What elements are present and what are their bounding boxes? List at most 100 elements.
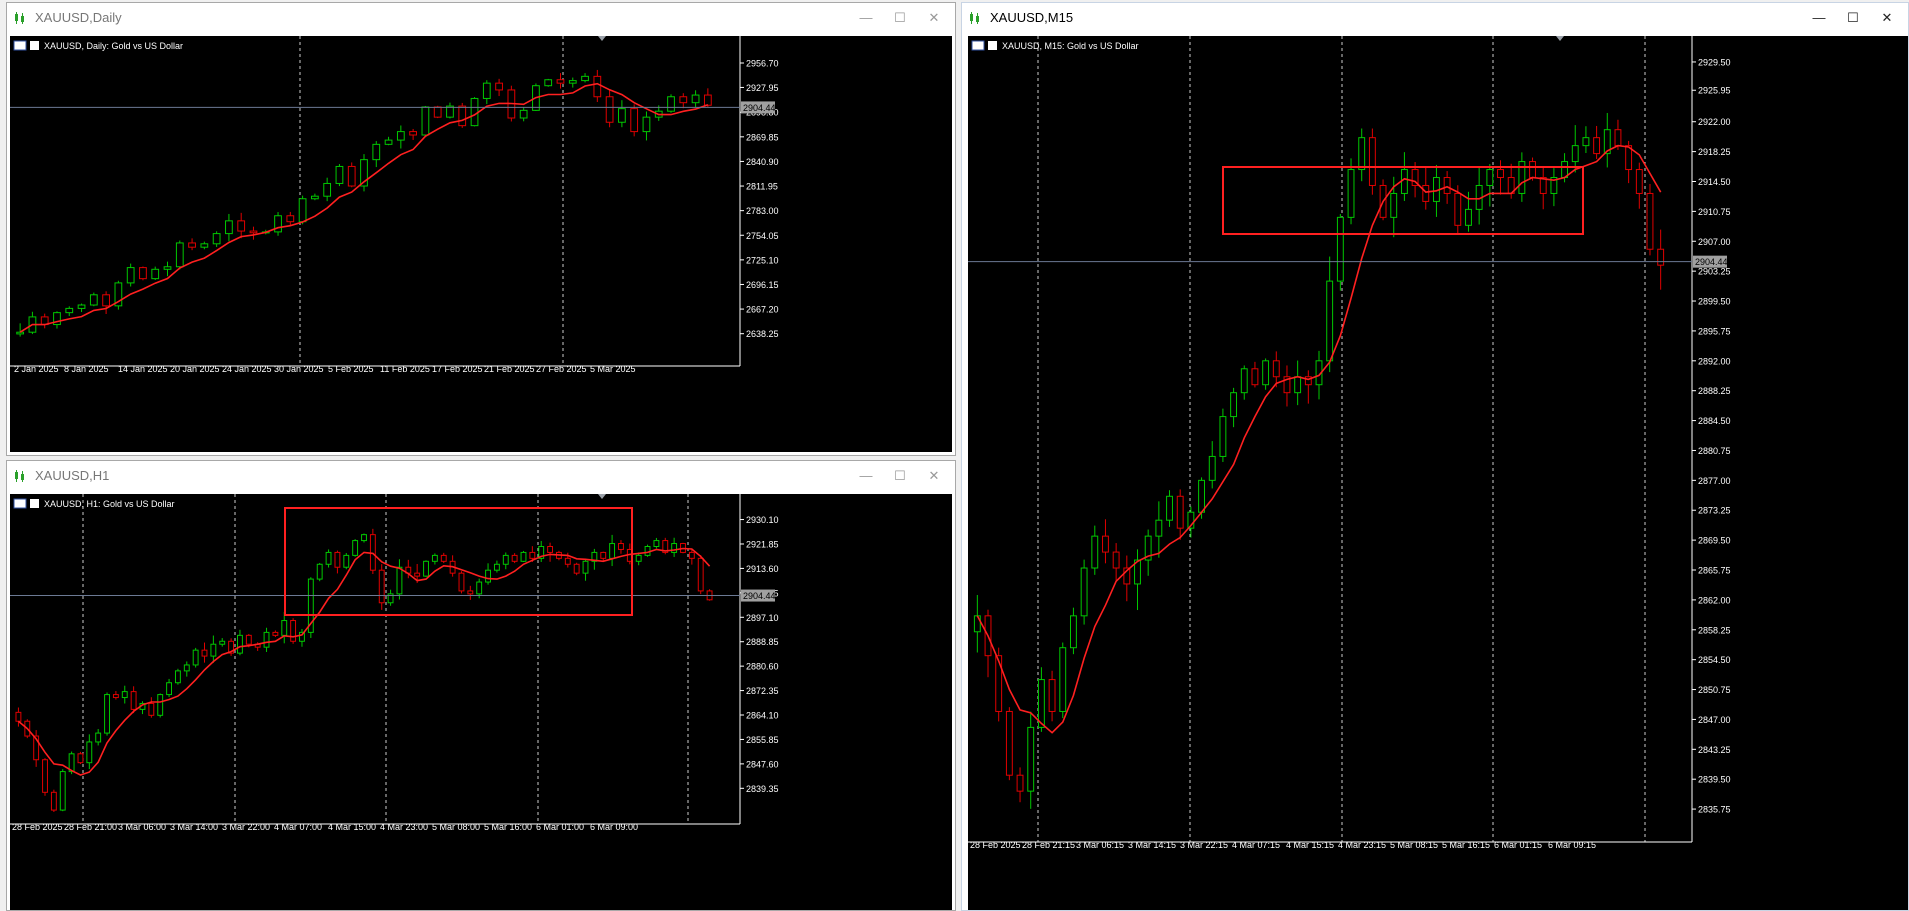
- minimize-button[interactable]: —: [851, 7, 881, 29]
- x-tick-label: 8 Jan 2025: [64, 364, 109, 374]
- candle-body: [1614, 129, 1622, 147]
- window-titlebar[interactable]: XAUUSD,Daily — ☐ ✕: [7, 3, 955, 33]
- m15-candlestick-chart[interactable]: 2929.50 2925.95 2922.00 2918.25 2914.50 2910.…: [968, 36, 1908, 910]
- y-tick-label: 2892.00: [1698, 356, 1731, 366]
- y-tick-label: 2638.25: [746, 329, 779, 339]
- candle-body: [1390, 192, 1398, 218]
- candle-body: [396, 566, 403, 595]
- m15-chart-window[interactable]: XAUUSD,M15 — ☐ ✕ 2929.50 2925.95 2922.00 29…: [961, 2, 1909, 911]
- y-tick-label: 2864.10: [746, 711, 779, 721]
- candle-body: [476, 581, 483, 595]
- candle-body: [671, 543, 678, 553]
- candle-body: [263, 631, 270, 648]
- close-button[interactable]: ✕: [919, 7, 949, 29]
- y-tick-label: 2847.60: [746, 759, 779, 769]
- y-tick-label: 2754.05: [746, 231, 779, 241]
- price-tag-label: 2904.44: [743, 591, 776, 601]
- candle-body: [188, 242, 196, 248]
- y-tick-label: 2877.00: [1698, 476, 1731, 486]
- y-tick-label: 2921.85: [746, 539, 779, 549]
- x-tick-label: 5 Mar 16:15: [1442, 840, 1490, 850]
- window-title: XAUUSD,H1: [35, 468, 110, 483]
- h1-candlestick-chart[interactable]: 2930.102921.852913.602905.352897.102888.…: [10, 494, 952, 910]
- x-tick-label: 4 Mar 07:00: [274, 822, 322, 832]
- close-button[interactable]: ✕: [919, 465, 949, 487]
- candle-body: [511, 554, 518, 562]
- candle-body: [163, 266, 172, 270]
- h1-chart-area[interactable]: 2930.102921.852913.602905.352897.102888.…: [10, 494, 952, 910]
- candle-body: [290, 620, 297, 642]
- candle-body: [311, 195, 319, 200]
- candle-body: [409, 131, 417, 136]
- candle-body: [148, 702, 155, 716]
- candle-body: [384, 139, 393, 145]
- maximize-button[interactable]: ☐: [885, 465, 915, 487]
- candle-body: [581, 75, 589, 82]
- window-title: XAUUSD,M15: [990, 10, 1074, 25]
- candle-body: [15, 711, 22, 722]
- candle-body: [609, 543, 616, 559]
- m15-chart-area[interactable]: 2929.50 2925.95 2922.00 2918.25 2914.50 2910.…: [968, 36, 1908, 910]
- candle-body: [183, 664, 190, 672]
- window-title: XAUUSD,Daily: [35, 10, 122, 25]
- x-tick-label: 28 Feb 21:00: [64, 822, 117, 832]
- x-tick-label: 6 Mar 01:00: [536, 822, 584, 832]
- price-tag-label: 2904.44: [1695, 257, 1728, 267]
- y-tick-label: 2835.75: [1698, 805, 1731, 815]
- candle-body: [1251, 368, 1259, 386]
- candle-body: [1005, 710, 1013, 776]
- candle-body: [343, 554, 350, 568]
- y-tick-label: 2880.75: [1698, 446, 1731, 456]
- x-tick-label: 4 Mar 23:00: [380, 822, 428, 832]
- candle-body: [77, 753, 84, 764]
- candle-body: [431, 554, 438, 562]
- candle-body: [544, 79, 553, 87]
- y-tick-label: 2862.00: [1698, 595, 1731, 605]
- y-tick-label: 2783.00: [746, 206, 779, 216]
- candle-body: [1347, 169, 1355, 218]
- y-tick-label: 2873.25: [1698, 506, 1731, 516]
- x-tick-label: 4 Mar 07:15: [1232, 840, 1280, 850]
- y-tick-label: 2918.25: [1698, 147, 1731, 157]
- window-titlebar[interactable]: XAUUSD,M15 — ☐ ✕: [962, 3, 1908, 33]
- x-tick-label: 6 Mar 09:00: [590, 822, 638, 832]
- window-titlebar[interactable]: XAUUSD,H1 — ☐ ✕: [7, 461, 955, 491]
- candle-body: [520, 551, 527, 562]
- minimize-button[interactable]: —: [851, 465, 881, 487]
- candle-body: [653, 540, 660, 548]
- candle-body: [703, 94, 712, 106]
- candle-body: [335, 165, 344, 184]
- candle-body: [493, 563, 500, 571]
- x-tick-label: 27 Feb 2025: [536, 364, 587, 374]
- candle-body: [1486, 169, 1494, 186]
- candle-body: [618, 108, 626, 123]
- y-tick-label: 2910.75: [1698, 207, 1731, 217]
- daily-chart-area[interactable]: 2956.702927.952898.802869.852840.902811.…: [10, 36, 952, 452]
- candle-body: [679, 96, 688, 104]
- candle-body: [286, 215, 295, 223]
- close-button[interactable]: ✕: [1872, 7, 1902, 29]
- daily-candlestick-chart[interactable]: 2956.702927.952898.802869.852840.902811.…: [10, 36, 952, 452]
- candle-body: [396, 131, 405, 141]
- candle-body: [1102, 535, 1109, 553]
- maximize-button[interactable]: ☐: [885, 7, 915, 29]
- y-tick-label: 2897.10: [746, 613, 779, 623]
- y-tick-label: 2922.00: [1698, 117, 1731, 127]
- candle-body: [691, 94, 700, 104]
- y-tick-label: 2914.50: [1698, 177, 1731, 187]
- daily-chart-window[interactable]: XAUUSD,Daily — ☐ ✕ 2956.702927.952898.80…: [6, 2, 956, 456]
- minimize-button[interactable]: —: [1804, 7, 1834, 29]
- h1-chart-window[interactable]: XAUUSD,H1 — ☐ ✕ 2930.10 2921.85 2913.60 290…: [6, 460, 956, 911]
- candle-body: [1230, 392, 1238, 418]
- candle-body: [237, 220, 246, 232]
- candle-body: [1059, 647, 1067, 712]
- candle-body: [1048, 679, 1056, 712]
- candle-body: [433, 106, 442, 118]
- x-tick-label: 3 Mar 14:00: [170, 822, 218, 832]
- candle-body: [1091, 535, 1099, 569]
- candle-body: [1219, 416, 1227, 457]
- chart-label: XAUUSD, H1: Gold vs US Dollar: [44, 499, 175, 509]
- x-tick-label: 5 Mar 2025: [590, 364, 636, 374]
- maximize-button[interactable]: ☐: [1838, 7, 1868, 29]
- candle-body: [1336, 216, 1344, 282]
